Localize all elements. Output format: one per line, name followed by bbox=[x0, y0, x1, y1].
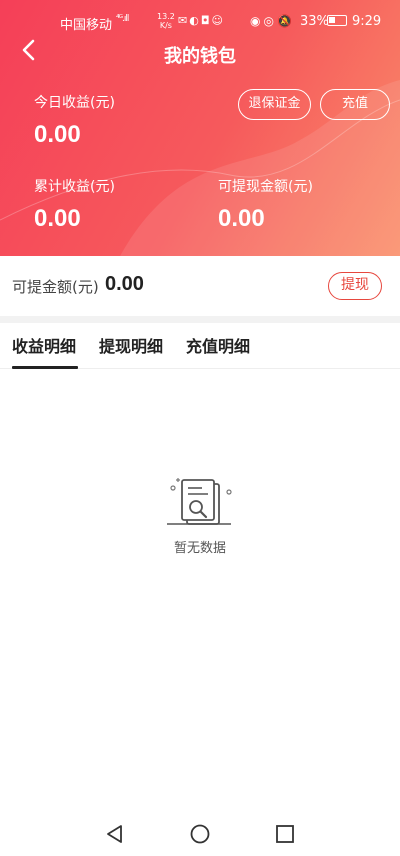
detail-tabs: 收益明细 提现明细 充值明细 bbox=[0, 323, 400, 369]
network-speed-unit: K/s bbox=[159, 21, 172, 30]
active-tab-indicator bbox=[12, 366, 78, 369]
tab-recharge-detail[interactable]: 充值明细 bbox=[186, 333, 250, 357]
empty-state-text: 暂无数据 bbox=[173, 541, 226, 556]
circle-home-icon[interactable] bbox=[188, 822, 212, 846]
tab-earnings-detail[interactable]: 收益明细 bbox=[12, 333, 76, 357]
battery-icon bbox=[327, 15, 347, 26]
withdrawable-amount-value: 0.00 bbox=[218, 205, 265, 232]
page-title: 我的钱包 bbox=[164, 46, 236, 67]
withdraw-amount-label: 可提金额(元) bbox=[12, 278, 99, 296]
withdraw-button[interactable]: 提现 bbox=[328, 272, 382, 300]
notification-app-icons: ✉◐◘☺ bbox=[178, 14, 225, 27]
withdraw-row: 可提金额(元) 0.00 提现 bbox=[0, 256, 400, 316]
withdraw-amount-value: 0.00 bbox=[105, 273, 144, 295]
total-earnings-label: 累计收益(元) bbox=[34, 179, 115, 195]
clock-time: 9:29 bbox=[352, 14, 382, 29]
triangle-back-icon[interactable] bbox=[103, 822, 127, 846]
network-speed-value: 13.2 bbox=[157, 12, 175, 21]
recharge-button[interactable]: 充值 bbox=[320, 89, 390, 120]
square-recents-icon[interactable] bbox=[273, 822, 297, 846]
today-earnings-value: 0.00 bbox=[34, 121, 81, 148]
network-speed: 13.2 K/s bbox=[157, 12, 175, 30]
carrier-name: 中国移动 bbox=[60, 18, 113, 33]
wallet-header: 中国移动 ⁴ᴳ.ıll 13.2 K/s ✉◐◘☺ ◉◎🔕 33% 9:29 我… bbox=[0, 0, 400, 256]
section-divider bbox=[0, 316, 400, 323]
total-earnings-value: 0.00 bbox=[34, 205, 81, 232]
withdrawable-amount-label: 可提现金额(元) bbox=[218, 179, 313, 195]
status-bar: 中国移动 ⁴ᴳ.ıll 13.2 K/s ✉◐◘☺ ◉◎🔕 33% 9:29 bbox=[0, 0, 400, 40]
signal-icon: ⁴ᴳ.ıll bbox=[116, 14, 129, 24]
document-search-icon bbox=[167, 478, 232, 525]
today-earnings-label: 今日收益(元) bbox=[34, 95, 115, 111]
refund-deposit-button[interactable]: 退保证金 bbox=[238, 89, 311, 120]
system-nav-bar bbox=[0, 812, 400, 856]
tab-withdraw-detail[interactable]: 提现明细 bbox=[99, 333, 163, 357]
status-icons: ◉◎🔕 bbox=[250, 14, 295, 28]
battery-percent: 33% bbox=[300, 14, 329, 29]
